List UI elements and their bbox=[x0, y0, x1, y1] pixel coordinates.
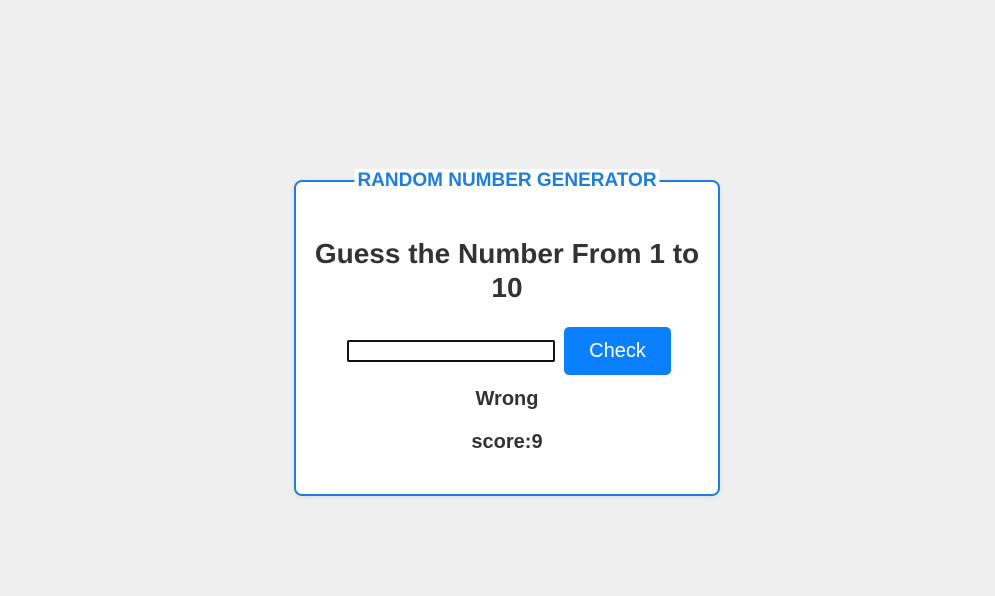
score-display: score:9 bbox=[296, 430, 718, 454]
game-card: RANDOM NUMBER GENERATOR Guess the Number… bbox=[294, 169, 720, 496]
page-title: Guess the Number From 1 to 10 bbox=[314, 238, 700, 303]
card-legend: RANDOM NUMBER GENERATOR bbox=[354, 169, 660, 193]
score-value: 9 bbox=[531, 431, 543, 453]
score-label: score: bbox=[471, 431, 532, 453]
check-button[interactable]: Check bbox=[564, 327, 671, 375]
guess-input[interactable] bbox=[347, 340, 555, 362]
result-message: Wrong bbox=[475, 388, 539, 410]
